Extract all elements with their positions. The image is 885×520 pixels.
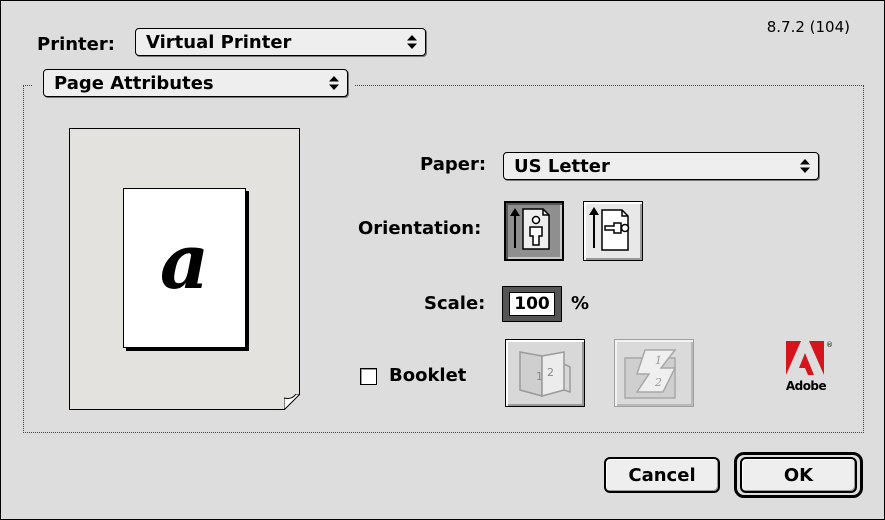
booklet-a-page-2: 2 <box>547 366 554 379</box>
printer-popup[interactable]: Virtual Printer <box>135 28 426 56</box>
updown-arrows-icon <box>800 159 810 173</box>
printer-label: Printer: <box>37 34 115 55</box>
preview-glyph: a <box>159 217 210 306</box>
booklet-label: Booklet <box>389 365 467 386</box>
printer-popup-value: Virtual Printer <box>146 32 292 53</box>
scale-unit: % <box>571 293 590 314</box>
booklet-a-page-1: 1 <box>536 370 543 383</box>
orientation-landscape-button[interactable] <box>583 201 643 261</box>
panel-popup[interactable]: Page Attributes <box>43 69 348 97</box>
paper-popup-value: US Letter <box>514 156 610 177</box>
page-setup-dialog: Printer: Virtual Printer 8.7.2 (104) Pag… <box>0 0 885 520</box>
panel-popup-value: Page Attributes <box>54 73 214 94</box>
booklet-binding-button[interactable]: 1 2 <box>505 339 585 407</box>
landscape-person-icon <box>589 207 630 251</box>
booklet-binding-icon: 1 2 <box>519 351 571 397</box>
page-preview: a <box>69 128 300 410</box>
booklet-checkbox[interactable] <box>360 368 377 385</box>
scale-input[interactable] <box>509 292 555 316</box>
registered-mark: ® <box>826 341 832 349</box>
adobe-wordmark: Adobe <box>785 379 827 393</box>
booklet-layout-icon: 1 2 <box>624 349 677 399</box>
adobe-logo: ® Adobe <box>784 339 832 399</box>
orientation-label: Orientation: <box>358 218 482 239</box>
updown-arrows-icon <box>329 76 339 90</box>
adobe-logo-icon: ® <box>786 341 832 375</box>
scale-label: Scale: <box>424 293 486 314</box>
preview-sheet: a <box>123 188 246 348</box>
updown-arrows-icon <box>407 35 417 49</box>
page-curl-icon <box>284 394 300 410</box>
ok-button[interactable]: OK <box>740 457 857 493</box>
portrait-person-icon <box>510 208 550 250</box>
paper-popup[interactable]: US Letter <box>503 152 819 180</box>
cancel-button[interactable]: Cancel <box>604 457 720 493</box>
booklet-layout-button[interactable]: 1 2 <box>614 339 694 407</box>
booklet-b-page-1: 1 <box>655 354 662 367</box>
booklet-b-page-2: 2 <box>654 376 662 389</box>
version-label: 8.7.2 (104) <box>766 18 850 36</box>
orientation-portrait-button[interactable] <box>504 201 564 261</box>
paper-label: Paper: <box>420 154 487 175</box>
scale-field-frame <box>502 286 562 322</box>
